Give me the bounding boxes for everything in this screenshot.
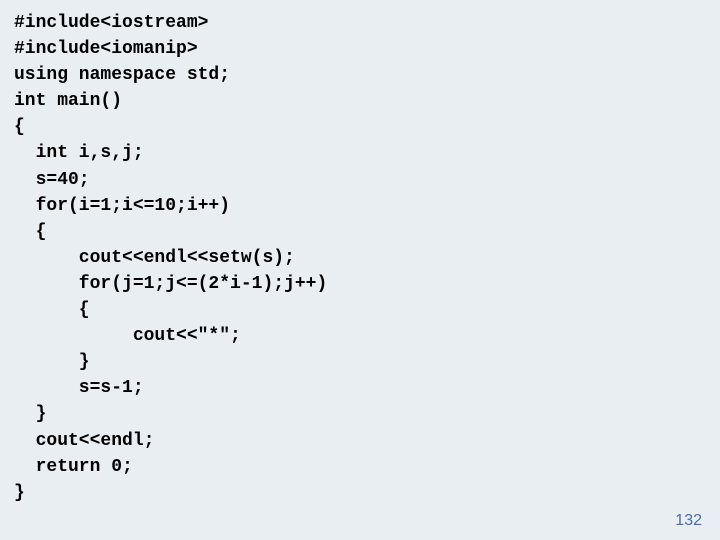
- code-line: cout<<"*";: [14, 326, 241, 346]
- code-block: #include<iostream> #include<iomanip> usi…: [0, 0, 720, 506]
- code-line: int i,s,j;: [14, 143, 144, 163]
- code-line: #include<iomanip>: [14, 39, 198, 59]
- code-line: {: [14, 117, 25, 137]
- page-number: 132: [675, 512, 702, 530]
- code-line: {: [14, 300, 90, 320]
- code-line: #include<iostream>: [14, 13, 208, 33]
- code-line: int main(): [14, 91, 122, 111]
- code-line: cout<<endl;: [14, 431, 154, 451]
- code-line: s=s-1;: [14, 378, 144, 398]
- code-line: }: [14, 483, 25, 503]
- code-line: for(i=1;i<=10;i++): [14, 196, 230, 216]
- code-line: cout<<endl<<setw(s);: [14, 248, 295, 268]
- code-line: }: [14, 404, 46, 424]
- code-line: {: [14, 222, 46, 242]
- code-line: s=40;: [14, 170, 90, 190]
- code-line: using namespace std;: [14, 65, 230, 85]
- code-line: }: [14, 352, 90, 372]
- code-line: return 0;: [14, 457, 133, 477]
- code-line: for(j=1;j<=(2*i-1);j++): [14, 274, 327, 294]
